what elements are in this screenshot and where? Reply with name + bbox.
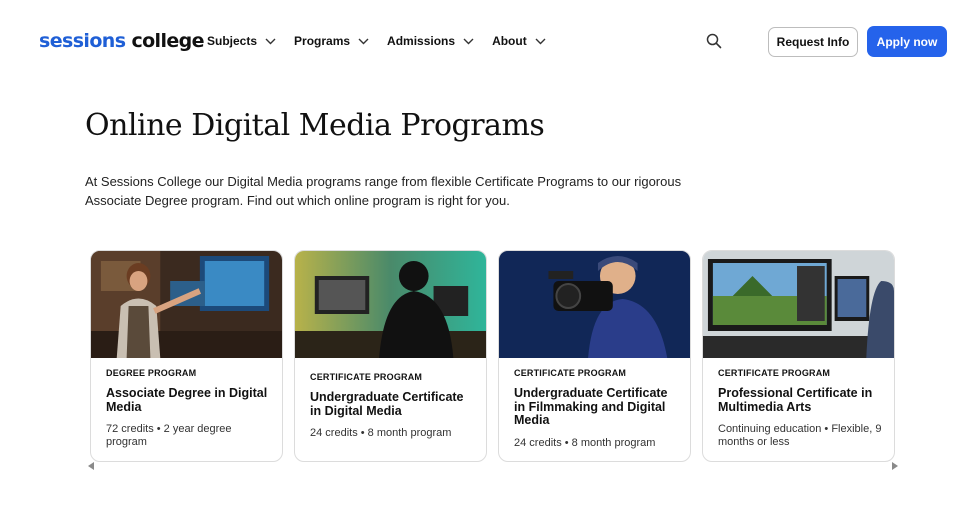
logo-text-college: college [131,30,204,52]
search-icon[interactable] [706,33,722,49]
chevron-down-icon [463,38,474,44]
card-body: CERTIFICATE PROGRAM Professional Certifi… [718,368,882,449]
program-card-certificate-digital-media[interactable]: CERTIFICATE PROGRAM Undergraduate Certif… [294,250,487,462]
card-program-title: Professional Certificate in Multimedia A… [718,386,873,414]
intro-text: At Sessions College our Digital Media pr… [85,174,682,208]
request-info-button[interactable]: Request Info [768,27,858,57]
chevron-down-icon [265,38,276,44]
card-program-title: Associate Degree in Digital Media [106,386,268,414]
program-card-certificate-filmmaking[interactable]: CERTIFICATE PROGRAM Undergraduate Certif… [498,250,691,462]
page-title: Online Digital Media Programs [85,108,545,143]
carousel-prev-icon[interactable] [88,462,94,470]
card-program-meta: Continuing education • Flexible, 9 month… [718,423,882,448]
logo-text-sessions: sessions [39,30,126,52]
card-program-title: Undergraduate Certificate in Filmmaking … [514,386,668,427]
card-program-type: DEGREE PROGRAM [106,368,197,378]
nav-programs-label: Programs [294,34,351,48]
card-body: DEGREE PROGRAM Associate Degree in Digit… [106,368,270,449]
nav-programs[interactable]: Programs [294,34,369,48]
card-image-certificate-filmmaking [499,251,690,358]
monitors-with-landscape-image [703,251,894,358]
nav-subjects-label: Subjects [207,34,258,48]
card-program-meta: 24 credits • 8 month program [310,427,452,439]
chevron-down-icon [358,38,369,44]
nav-subjects[interactable]: Subjects [207,34,276,48]
program-card-associate-degree[interactable]: DEGREE PROGRAM Associate Degree in Digit… [90,250,283,462]
card-image-certificate-digital-media [295,251,486,358]
site-header: sessions college Subjects Programs Admis… [0,0,980,82]
card-image-professional-multimedia [703,251,894,358]
carousel-next-icon[interactable] [892,462,898,470]
filmmaker-with-camera-image [499,251,690,358]
card-program-title: Undergraduate Certificate in Digital Med… [310,390,464,418]
chevron-down-icon [535,38,546,44]
card-program-type: CERTIFICATE PROGRAM [514,368,627,378]
site-logo[interactable]: sessions college [39,30,205,52]
nav-admissions[interactable]: Admissions [387,34,474,48]
card-program-type: CERTIFICATE PROGRAM [718,368,831,378]
card-program-type: CERTIFICATE PROGRAM [310,372,423,382]
main-nav: Subjects Programs Admissions About [207,34,564,48]
nav-admissions-label: Admissions [387,34,456,48]
card-body: CERTIFICATE PROGRAM Undergraduate Certif… [310,372,474,440]
editor-at-workstation-image [295,251,486,358]
nav-about-label: About [492,34,527,48]
card-image-associate-degree [91,251,282,358]
card-program-meta: 72 credits • 2 year degree program [106,423,232,448]
card-program-meta: 24 credits • 8 month program [514,436,656,449]
nav-about[interactable]: About [492,34,546,48]
card-body: CERTIFICATE PROGRAM Undergraduate Certif… [514,368,678,450]
student-at-monitors-image [91,251,282,358]
program-card-professional-multimedia[interactable]: CERTIFICATE PROGRAM Professional Certifi… [702,250,895,462]
apply-now-button[interactable]: Apply now [867,26,947,57]
